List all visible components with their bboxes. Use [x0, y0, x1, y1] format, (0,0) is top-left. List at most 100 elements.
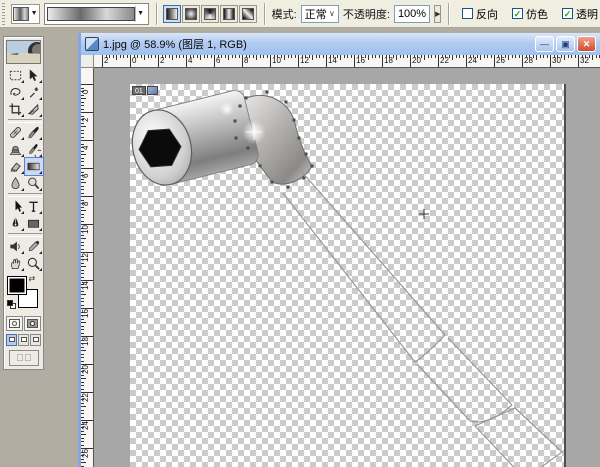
gradient-dropdown-arrow[interactable]: ▼ [135, 6, 146, 22]
flyout-indicator [39, 97, 42, 100]
standard-screen-mode-button[interactable] [6, 334, 17, 346]
diamond-gradient-button[interactable] [239, 5, 257, 23]
jump-to-imageready-button[interactable]: ⇄⃞ [9, 350, 39, 366]
separator [264, 3, 265, 25]
eyedropper-tool[interactable] [25, 238, 43, 255]
minimize-button[interactable]: — [535, 36, 554, 52]
document-titlebar[interactable]: 1.jpg @ 58.9% (图层 1, RGB) — ▣ ✕ [81, 33, 600, 55]
lasso-tool[interactable] [7, 84, 25, 101]
radial-gradient-icon [185, 8, 197, 20]
checkbox-icon[interactable]: ✓ [512, 8, 523, 19]
checkbox-icon[interactable] [462, 8, 473, 19]
angle-gradient-button[interactable] [201, 5, 219, 23]
pen-tool[interactable] [7, 215, 25, 232]
ruler-label: 24 [81, 421, 90, 430]
flyout-indicator [21, 154, 24, 157]
flyout-indicator [39, 154, 42, 157]
history-brush-tool[interactable] [25, 141, 43, 158]
chevron-down-icon: ▼ [137, 10, 144, 17]
healing-brush-tool[interactable] [7, 124, 25, 141]
move-tool[interactable] [25, 67, 43, 84]
document-title: 1.jpg @ 58.9% (图层 1, RGB) [103, 36, 531, 52]
flyout-indicator [21, 228, 24, 231]
document-body: 202468101214161820222426283032 024681012… [81, 55, 600, 467]
ruler-label: 16 [81, 309, 90, 318]
magic-wand-tool[interactable] [25, 84, 43, 101]
ruler-corner[interactable] [81, 55, 94, 68]
slice-number-badge: 01 [132, 86, 146, 95]
full-screen-menubar-button[interactable] [18, 334, 29, 346]
restore-button[interactable]: ▣ [556, 36, 575, 52]
gradient-type-buttons [163, 5, 257, 23]
flyout-indicator [21, 268, 24, 271]
toolbox-separator [8, 119, 42, 123]
flyout-indicator [39, 211, 42, 214]
path-selection-tool[interactable] [7, 198, 25, 215]
zoom-tool[interactable] [25, 255, 43, 272]
blend-mode-select[interactable]: 正常 ∨ [301, 5, 339, 23]
brush-tool[interactable] [25, 124, 43, 141]
gradient-tool[interactable] [25, 158, 43, 175]
blur-tool[interactable] [7, 175, 25, 192]
standard-mode-button[interactable] [6, 316, 23, 331]
foreground-color-swatch[interactable] [7, 276, 27, 295]
blend-mode-value: 正常 [305, 6, 327, 22]
dodge-tool[interactable] [25, 175, 43, 192]
flyout-indicator [21, 137, 24, 140]
default-colors-icon[interactable] [7, 300, 17, 310]
photoshop-file-icon [85, 37, 99, 51]
vertical-ruler[interactable]: 02468101214161820222426 [81, 68, 94, 467]
chevron-down-icon: ▼ [31, 10, 38, 17]
reflected-gradient-button[interactable] [220, 5, 238, 23]
transparency-label: 透明 [576, 6, 598, 22]
canvas[interactable]: 01 [130, 84, 566, 467]
dither-label: 仿色 [526, 6, 548, 22]
clone-stamp-tool[interactable] [7, 141, 25, 158]
ruler-label: 14 [81, 281, 90, 290]
type-tool[interactable] [25, 198, 43, 215]
adobe-online-banner[interactable] [6, 40, 41, 64]
swap-colors-icon[interactable]: ⇄ [29, 274, 36, 283]
gradient-tool-icon [13, 7, 29, 21]
custom-shape-tool[interactable] [25, 215, 43, 232]
tool-preset-picker[interactable]: ▼ [11, 4, 40, 24]
opacity-value: 100% [398, 8, 426, 20]
crosshair-cursor [419, 209, 429, 219]
dither-checkbox[interactable]: ✓仿色 [512, 6, 548, 22]
close-button[interactable]: ✕ [577, 36, 596, 52]
reverse-checkbox[interactable]: 反向 [462, 6, 498, 22]
ruler-label: 22 [81, 393, 90, 402]
ruler-label: 20 [81, 365, 90, 374]
flyout-indicator [39, 251, 42, 254]
reflected-gradient-icon [223, 8, 235, 20]
hand-tool[interactable] [7, 255, 25, 272]
mode-label: 模式: [272, 6, 297, 22]
tools-grid [6, 67, 43, 272]
flyout-indicator [21, 97, 24, 100]
opacity-field[interactable]: 100% [394, 5, 430, 23]
gradient-preview[interactable] [47, 7, 135, 21]
quick-mask-mode-button[interactable] [24, 316, 41, 331]
canvas-viewport[interactable]: 01 [94, 68, 600, 467]
opacity-slider-button[interactable]: ▶ [434, 5, 441, 23]
feather-banner-art [7, 41, 41, 64]
notes-tool[interactable] [7, 238, 25, 255]
angle-gradient-icon [204, 8, 216, 20]
full-screen-mode-button[interactable] [30, 334, 41, 346]
horizontal-ruler[interactable]: 202468101214161820222426283032 [94, 55, 600, 68]
toolbox-separator [8, 233, 42, 237]
rectangular-marquee-tool[interactable] [7, 67, 25, 84]
socket-wrench-artwork [130, 84, 566, 467]
gradient-picker[interactable]: ▼ [44, 3, 149, 25]
radial-gradient-button[interactable] [182, 5, 200, 23]
options-bar-grip[interactable] [2, 3, 5, 25]
crop-tool[interactable] [7, 101, 25, 118]
checkbox-icon[interactable]: ✓ [562, 8, 573, 19]
slice-tool[interactable] [25, 101, 43, 118]
linear-gradient-button[interactable] [163, 5, 181, 23]
transparency-checkbox[interactable]: ✓透明 [562, 6, 598, 22]
window-buttons: — ▣ ✕ [535, 36, 596, 52]
tool-options-bar: ▼ ▼ 模式: 正常 ∨ 不透明度: 100% ▶ 反向✓仿色✓透明 [0, 0, 600, 28]
flyout-indicator [21, 114, 24, 117]
eraser-tool[interactable] [7, 158, 25, 175]
